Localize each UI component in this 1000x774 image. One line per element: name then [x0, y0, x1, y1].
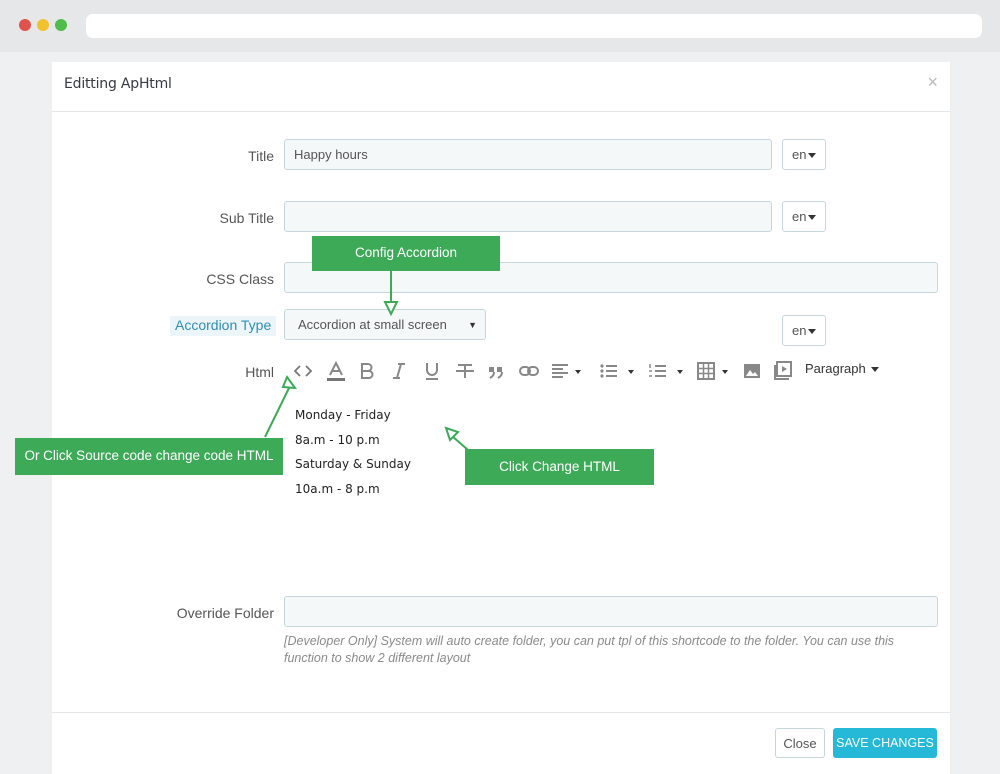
- editor-line[interactable]: 8a.m - 10 p.m: [295, 433, 380, 447]
- override-folder-label: Override Folder: [176, 605, 274, 621]
- source-code-icon[interactable]: [293, 361, 313, 381]
- change-html-callout: Click Change HTML: [465, 449, 654, 485]
- html-label: Html: [245, 364, 274, 380]
- title-lang-value: en: [792, 147, 807, 162]
- close-icon[interactable]: ×: [927, 72, 938, 93]
- override-folder-input[interactable]: [284, 596, 938, 627]
- subtitle-lang-dropdown[interactable]: en: [782, 201, 826, 232]
- paragraph-format-dropdown[interactable]: Paragraph: [805, 361, 880, 376]
- title-lang-dropdown[interactable]: en: [782, 139, 826, 170]
- address-bar[interactable]: [86, 14, 982, 38]
- accordion-type-value: Accordion at small screen: [298, 317, 447, 332]
- blockquote-icon[interactable]: [487, 361, 505, 381]
- subtitle-lang-value: en: [792, 209, 807, 224]
- select-arrow-icon: ▼: [468, 320, 477, 330]
- editor-line[interactable]: Monday - Friday: [295, 408, 391, 422]
- editor-line[interactable]: 10a.m - 8 p.m: [295, 482, 380, 496]
- config-accordion-callout: Config Accordion: [312, 236, 500, 271]
- editor-line[interactable]: Saturday & Sunday: [295, 457, 411, 471]
- bold-icon[interactable]: [359, 361, 375, 381]
- close-button[interactable]: Close: [775, 728, 825, 758]
- link-icon[interactable]: [519, 361, 539, 381]
- image-icon[interactable]: [743, 361, 761, 381]
- html-lang-dropdown[interactable]: en: [782, 315, 826, 346]
- editor-toolbar: [285, 356, 770, 386]
- table-icon[interactable]: [697, 361, 731, 381]
- caret-down-icon: [871, 367, 880, 373]
- window-minimize-dot[interactable]: [37, 19, 49, 31]
- edit-modal: Editting ApHtml × Title Happy hours en S…: [52, 62, 950, 774]
- subtitle-label: Sub Title: [219, 210, 274, 226]
- browser-chrome: [0, 0, 1000, 52]
- caret-down-icon: [808, 153, 817, 159]
- strikethrough-icon[interactable]: [455, 361, 475, 381]
- source-code-callout: Or Click Source code change code HTML: [15, 438, 283, 475]
- italic-icon[interactable]: [391, 361, 407, 381]
- window-maximize-dot[interactable]: [55, 19, 67, 31]
- caret-down-icon: [808, 329, 817, 335]
- modal-title: Editting ApHtml: [64, 76, 172, 92]
- html-lang-value: en: [792, 323, 807, 338]
- bullet-list-icon[interactable]: [599, 361, 637, 381]
- subtitle-input[interactable]: [284, 201, 772, 232]
- window-close-dot[interactable]: [19, 19, 31, 31]
- title-input[interactable]: Happy hours: [284, 139, 772, 170]
- underline-icon[interactable]: [423, 361, 441, 381]
- title-label: Title: [248, 148, 274, 164]
- video-icon[interactable]: [774, 361, 792, 381]
- font-color-icon[interactable]: [325, 361, 347, 381]
- save-changes-button[interactable]: SAVE CHANGES: [833, 728, 937, 758]
- caret-down-icon: [808, 215, 817, 221]
- css-class-label: CSS Class: [206, 271, 274, 287]
- paragraph-label: Paragraph: [805, 361, 866, 376]
- override-help-text: [Developer Only] System will auto create…: [284, 634, 895, 665]
- accordion-type-select[interactable]: Accordion at small screen ▼: [284, 309, 486, 340]
- accordion-type-label: Accordion Type: [170, 316, 277, 336]
- numbered-list-icon[interactable]: [648, 361, 686, 381]
- modal-header: Editting ApHtml ×: [52, 62, 950, 112]
- align-icon[interactable]: [551, 361, 583, 381]
- modal-footer-divider: [52, 712, 950, 713]
